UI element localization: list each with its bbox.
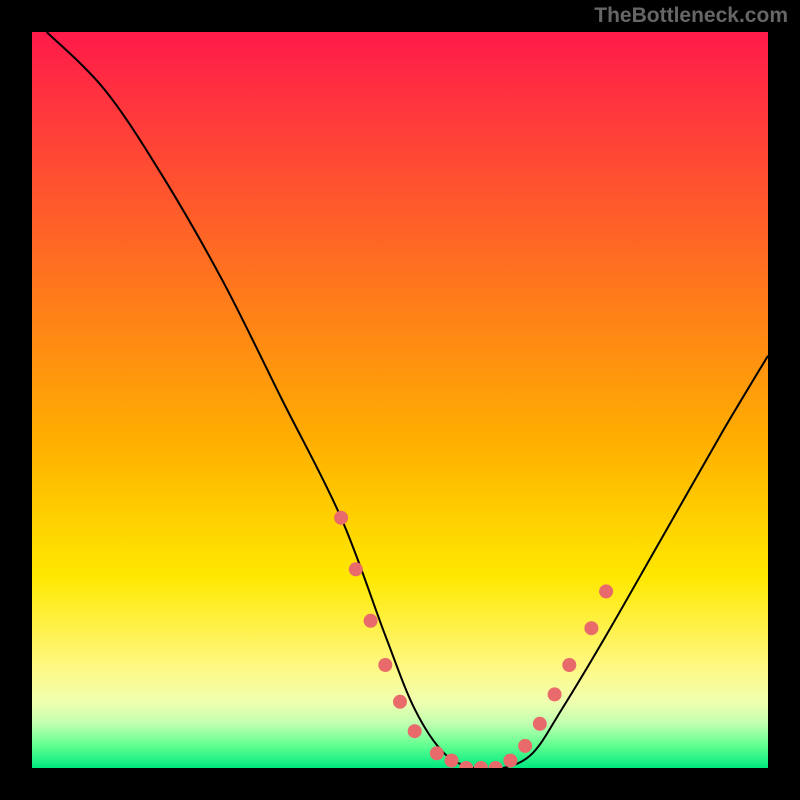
chart-svg [32,32,768,768]
highlight-dot [378,658,392,672]
highlight-dot [474,761,488,768]
highlight-dot [562,658,576,672]
highlight-dot [349,562,363,576]
highlight-dot [393,695,407,709]
highlight-dot [548,687,562,701]
highlight-dot [533,717,547,731]
highlight-dot [599,584,613,598]
highlight-dot [584,621,598,635]
highlight-dot [364,614,378,628]
highlight-dot [489,761,503,768]
highlight-dot [503,754,517,768]
highlight-dot [334,511,348,525]
highlight-dot [518,739,532,753]
highlight-dot [408,724,422,738]
highlight-dot [459,761,473,768]
highlight-dot [445,754,459,768]
watermark-text: TheBottleneck.com [594,4,788,28]
chart-plot-area [32,32,768,768]
bottleneck-curve-path [47,32,768,768]
highlight-dot [430,746,444,760]
highlight-markers [334,511,613,768]
